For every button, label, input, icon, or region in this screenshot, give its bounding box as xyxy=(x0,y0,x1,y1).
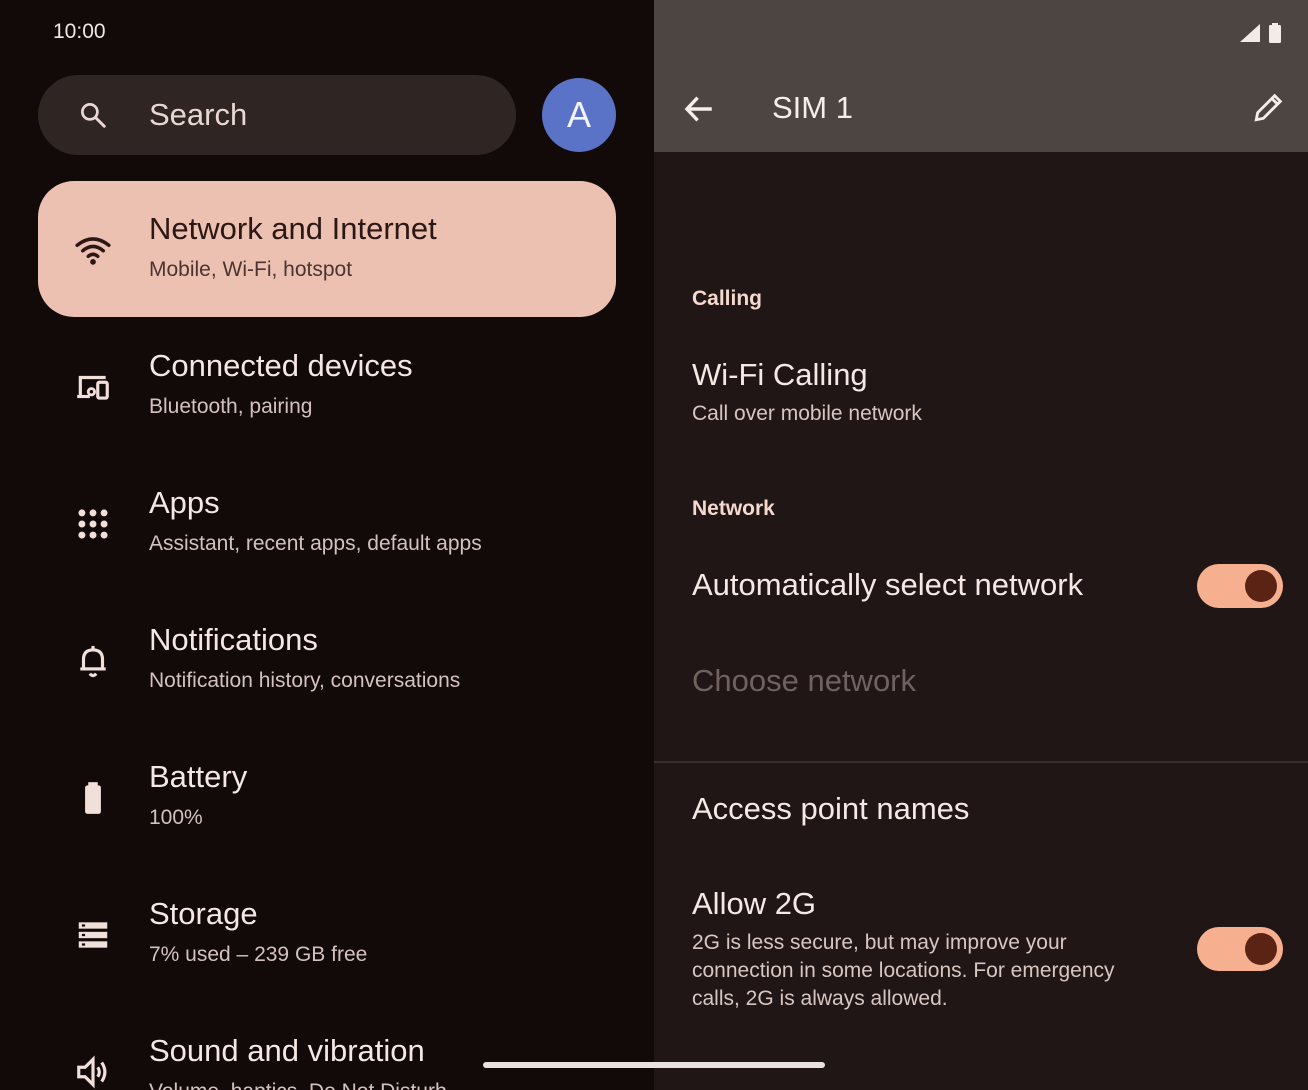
sim-detail-pane: SIM 1 Calling Wi-Fi Calling Call over mo… xyxy=(654,0,1308,1090)
settings-item-subtitle: Mobile, Wi-Fi, hotspot xyxy=(149,258,353,281)
allow-2g-subtitle: 2G is less secure, but may improve your … xyxy=(692,931,1115,1010)
toggle-thumb xyxy=(1245,570,1277,602)
settings-item-sound[interactable]: Sound and vibration Volume, haptics, Do … xyxy=(38,1003,616,1090)
settings-item-subtitle: Notification history, conversations xyxy=(149,669,461,692)
auto-select-network-toggle[interactable] xyxy=(1197,564,1283,608)
page-title: SIM 1 xyxy=(772,90,853,125)
search-placeholder: Search xyxy=(149,97,248,132)
settings-item-notifications[interactable]: Notifications Notification history, conv… xyxy=(38,592,616,728)
search-icon xyxy=(81,103,106,128)
section-header-network: Network xyxy=(692,497,775,520)
devices-icon xyxy=(77,375,109,400)
settings-item-title: Battery xyxy=(149,759,248,794)
settings-item-title: Storage xyxy=(149,896,258,931)
toggle-thumb xyxy=(1245,933,1277,965)
settings-item-title: Sound and vibration xyxy=(149,1033,425,1068)
settings-item-network[interactable]: Network and Internet Mobile, Wi-Fi, hots… xyxy=(38,181,616,317)
settings-item-title: Notifications xyxy=(149,622,318,657)
settings-item-title: Connected devices xyxy=(149,348,413,383)
gesture-navigation-handle[interactable] xyxy=(483,1062,825,1068)
allow-2g-toggle[interactable] xyxy=(1197,927,1283,971)
storage-icon xyxy=(78,922,108,948)
settings-item-storage[interactable]: Storage 7% used – 239 GB free xyxy=(38,866,616,1002)
account-avatar[interactable]: A xyxy=(542,78,616,152)
section-header-calling: Calling xyxy=(692,287,763,310)
settings-list-pane: 10:00 Search A Network and Internet Mobi… xyxy=(0,0,654,1090)
settings-item-subtitle: Volume, haptics, Do Not Disturb xyxy=(149,1080,447,1090)
settings-item-subtitle: Assistant, recent apps, default apps xyxy=(149,532,482,555)
wifi-icon xyxy=(75,237,111,265)
wifi-calling-title[interactable]: Wi-Fi Calling xyxy=(692,357,868,393)
access-point-names-item[interactable]: Access point names xyxy=(692,791,969,827)
settings-item-title: Apps xyxy=(149,485,220,520)
edit-pencil-icon[interactable] xyxy=(1252,90,1286,124)
allow-2g-title[interactable]: Allow 2G xyxy=(692,886,816,922)
choose-network-item: Choose network xyxy=(692,663,917,698)
settings-item-apps[interactable]: Apps Assistant, recent apps, default app… xyxy=(38,455,616,591)
settings-item-battery[interactable]: Battery 100% xyxy=(38,729,616,865)
search-bar[interactable]: Search xyxy=(38,75,516,155)
settings-item-title: Network and Internet xyxy=(149,211,437,246)
apps-grid-icon xyxy=(78,509,108,539)
battery-icon xyxy=(85,782,101,814)
settings-item-connected-devices[interactable]: Connected devices Bluetooth, pairing xyxy=(38,318,616,454)
auto-select-network-title[interactable]: Automatically select network xyxy=(692,567,1083,603)
signal-battery-status-icons xyxy=(1240,23,1281,43)
settings-item-subtitle: Bluetooth, pairing xyxy=(149,395,313,418)
divider xyxy=(654,761,1308,763)
wifi-calling-subtitle: Call over mobile network xyxy=(692,402,922,425)
settings-item-subtitle: 100% xyxy=(149,806,203,829)
top-app-bar: SIM 1 xyxy=(654,0,1308,152)
status-time: 10:00 xyxy=(53,20,106,43)
speaker-icon xyxy=(77,1055,107,1089)
settings-item-subtitle: 7% used – 239 GB free xyxy=(149,943,368,966)
bell-icon xyxy=(80,645,106,678)
arrow-back-icon[interactable] xyxy=(682,92,716,126)
